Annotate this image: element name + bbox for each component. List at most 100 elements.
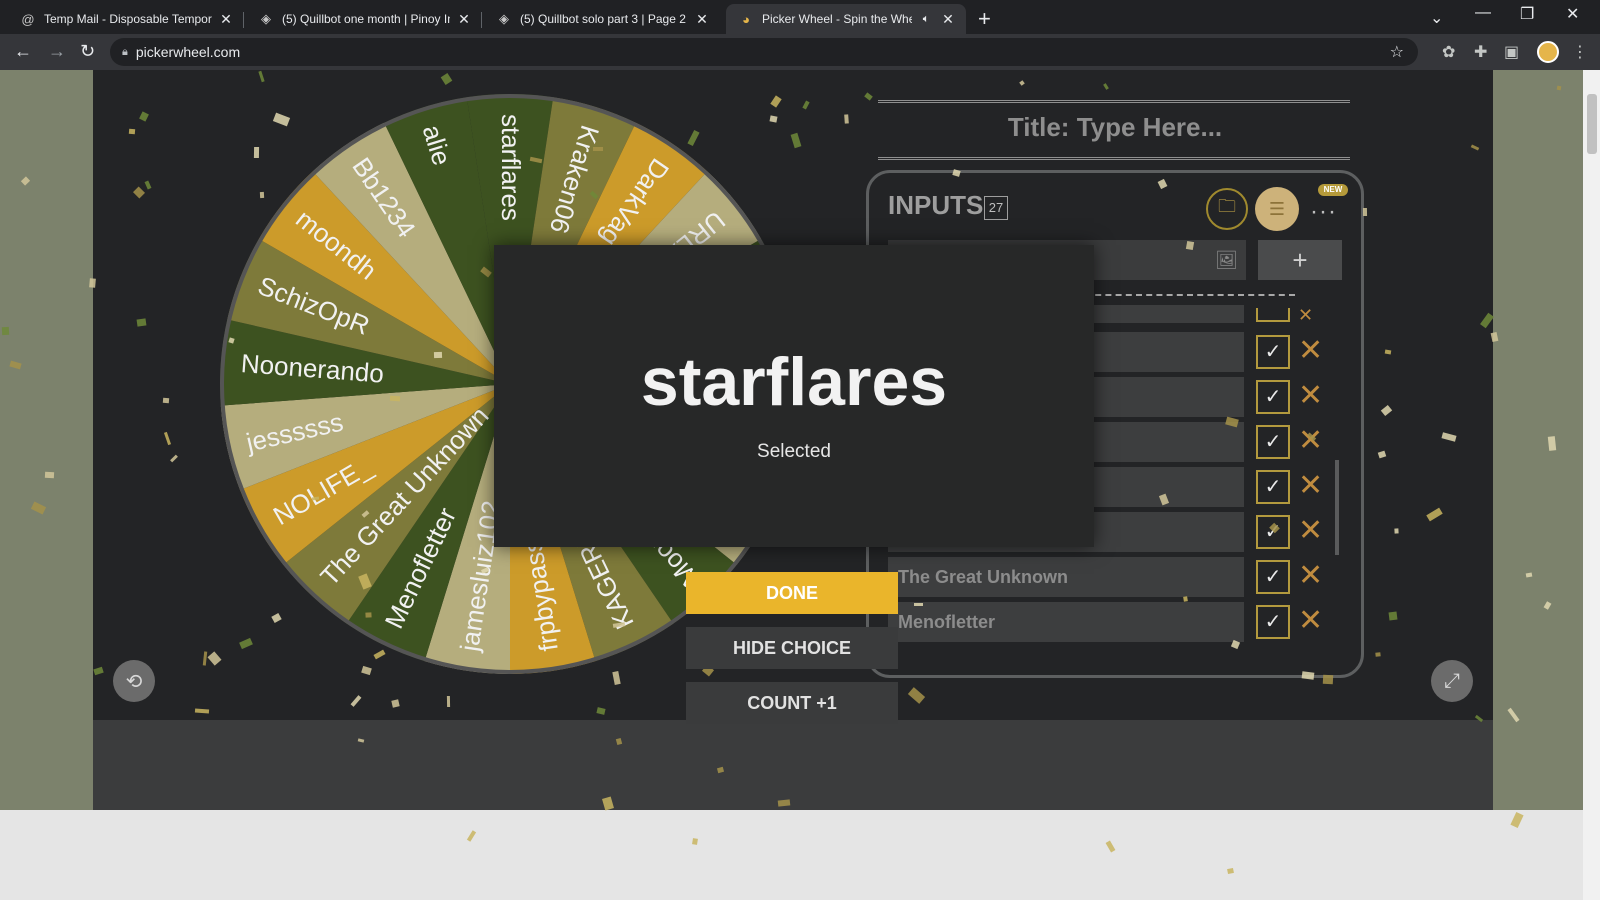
checkmark-icon[interactable]: ✓ bbox=[1256, 470, 1290, 504]
new-tab-button[interactable]: + bbox=[978, 6, 991, 32]
tab-title: (5) Quillbot solo part 3 | Page 2 | bbox=[520, 12, 688, 26]
tab-quillbot-one-month[interactable]: ◈ (5) Quillbot one month | Pinoy In ✕ bbox=[246, 4, 482, 34]
wheel-label: starflares bbox=[496, 114, 526, 221]
input-entry[interactable]: The Great Unknown bbox=[888, 557, 1244, 597]
fullscreen-icon[interactable]: ⤢ bbox=[1431, 660, 1473, 702]
checkmark-icon[interactable] bbox=[1256, 308, 1290, 322]
profile-avatar[interactable] bbox=[1537, 41, 1559, 63]
checkmark-icon[interactable]: ✓ bbox=[1256, 380, 1290, 414]
result-subtitle: Selected bbox=[757, 441, 831, 462]
delete-x-icon[interactable]: ✕ bbox=[1298, 334, 1323, 368]
wheel-title-input[interactable]: Title: Type Here... bbox=[880, 112, 1350, 148]
sidepanel-icon[interactable]: ▣ bbox=[1504, 42, 1519, 62]
confetti-piece bbox=[1556, 85, 1562, 91]
confetti-piece bbox=[1362, 207, 1368, 217]
bookmark-star-icon[interactable]: ☆ bbox=[1390, 42, 1404, 62]
confetti-piece bbox=[1185, 240, 1195, 251]
confetti-piece bbox=[162, 397, 170, 404]
delete-x-icon[interactable]: ✕ bbox=[1298, 298, 1313, 332]
puzzle-icon[interactable]: ✚ bbox=[1474, 42, 1487, 62]
confetti-piece bbox=[89, 278, 96, 288]
add-entry-button[interactable]: + bbox=[1258, 240, 1342, 280]
tab-title: Temp Mail - Disposable Temporar bbox=[44, 12, 212, 26]
reload-icon[interactable]: ↻ bbox=[80, 41, 95, 62]
done-button[interactable]: DONE bbox=[686, 572, 898, 614]
app-footer-band bbox=[93, 720, 1493, 810]
input-entry[interactable]: Menofletter bbox=[888, 602, 1244, 642]
back-arrow-icon[interactable]: ← bbox=[14, 41, 32, 62]
address-bar[interactable]: 🔒︎ pickerwheel.com ☆ bbox=[110, 38, 1418, 66]
cube-icon: ◈ bbox=[261, 11, 271, 26]
scrollbar-thumb[interactable] bbox=[1587, 94, 1597, 154]
delete-x-icon[interactable]: ✕ bbox=[1298, 604, 1323, 638]
hide-choice-button[interactable]: HIDE CHOICE bbox=[686, 627, 898, 669]
tab-temp-mail[interactable]: @ Temp Mail - Disposable Temporar ✕ bbox=[8, 4, 244, 34]
delete-x-icon[interactable]: ✕ bbox=[1298, 379, 1323, 413]
image-icon[interactable]: 🖼︎ bbox=[1215, 250, 1238, 271]
confetti-piece bbox=[844, 114, 849, 124]
close-window-button[interactable]: ✕ bbox=[1566, 4, 1579, 24]
tab-divider bbox=[481, 12, 482, 28]
delete-x-icon[interactable]: ✕ bbox=[1298, 424, 1323, 458]
confetti-piece bbox=[44, 471, 55, 479]
inputs-count-badge: 27 bbox=[984, 196, 1008, 220]
confetti-piece bbox=[1183, 596, 1188, 602]
delete-x-icon[interactable]: ✕ bbox=[1298, 559, 1323, 593]
confetti-piece bbox=[433, 351, 443, 359]
tab-title: (5) Quillbot one month | Pinoy In bbox=[282, 12, 450, 26]
confetti-piece bbox=[389, 395, 401, 402]
checkmark-icon[interactable]: ✓ bbox=[1256, 605, 1290, 639]
dashed-divider bbox=[1085, 294, 1295, 296]
confetti-piece bbox=[1375, 652, 1381, 657]
confetti-piece bbox=[253, 146, 260, 159]
confetti-piece bbox=[1322, 674, 1334, 685]
minimize-button[interactable]: — bbox=[1475, 4, 1491, 22]
checkmark-icon[interactable]: ✓ bbox=[1256, 560, 1290, 594]
page-scrollbar[interactable] bbox=[1583, 70, 1600, 900]
confetti-piece bbox=[1, 326, 10, 336]
forward-arrow-icon[interactable]: → bbox=[48, 41, 66, 62]
page-bottom-area bbox=[0, 810, 1600, 900]
delete-x-icon[interactable]: ✕ bbox=[1298, 514, 1323, 548]
at-icon: @ bbox=[21, 11, 35, 27]
new-badge: NEW bbox=[1318, 184, 1348, 196]
confetti-piece bbox=[1384, 349, 1392, 355]
folder-icon[interactable]: 🗀︎ bbox=[1206, 188, 1248, 230]
browser-toolbar: ← → ↻ 🔒︎ pickerwheel.com ☆ ✿ ✚ ▣ ⋮ bbox=[0, 34, 1600, 70]
tab-picker-wheel[interactable]: ◕ Picker Wheel - Spin the Whe 🔈︎ ✕ bbox=[726, 4, 966, 34]
winner-name: starflares bbox=[640, 344, 948, 420]
history-icon[interactable]: ⟲ bbox=[113, 660, 155, 702]
restore-button[interactable]: ❐ bbox=[1520, 4, 1534, 24]
confetti-piece bbox=[136, 318, 147, 327]
confetti-piece bbox=[1547, 436, 1557, 451]
confetti-piece bbox=[1394, 528, 1399, 534]
close-tab-icon[interactable]: ✕ bbox=[218, 11, 234, 28]
list-icon[interactable]: ☰ bbox=[1255, 187, 1299, 231]
confetti-piece bbox=[365, 612, 372, 618]
tab-search-icon[interactable]: ⌄ bbox=[1430, 8, 1443, 28]
confetti-piece bbox=[128, 128, 136, 135]
delete-x-icon[interactable]: ✕ bbox=[1298, 469, 1323, 503]
confetti-piece bbox=[593, 147, 603, 151]
tab-quillbot-solo[interactable]: ◈ (5) Quillbot solo part 3 | Page 2 | ✕ bbox=[484, 4, 720, 34]
more-options-icon[interactable]: ··· bbox=[1310, 198, 1337, 226]
lock-icon: 🔒︎ bbox=[122, 45, 128, 58]
inputs-scrollbar[interactable] bbox=[1335, 460, 1339, 555]
confetti-piece bbox=[692, 838, 698, 845]
confetti-piece bbox=[769, 115, 778, 123]
confetti-piece bbox=[1301, 671, 1315, 680]
browser-tab-strip: @ Temp Mail - Disposable Temporar ✕ ◈ (5… bbox=[0, 0, 1600, 34]
url-text: pickerwheel.com bbox=[135, 44, 241, 60]
count-plus-one-button[interactable]: COUNT +1 bbox=[686, 682, 898, 724]
confetti-piece bbox=[777, 799, 791, 807]
extension-icon[interactable]: ✿ bbox=[1442, 42, 1455, 62]
close-tab-icon[interactable]: ✕ bbox=[456, 11, 472, 28]
confetti-piece bbox=[446, 695, 451, 708]
close-tab-icon[interactable]: ✕ bbox=[940, 11, 956, 28]
close-tab-icon[interactable]: ✕ bbox=[694, 11, 710, 28]
checkmark-icon[interactable]: ✓ bbox=[1256, 335, 1290, 369]
speaker-icon[interactable]: 🔈︎ bbox=[918, 13, 934, 26]
checkmark-icon[interactable]: ✓ bbox=[1256, 425, 1290, 459]
menu-kebab-icon[interactable]: ⋮ bbox=[1572, 42, 1588, 62]
wheel-icon: ◕ bbox=[742, 11, 750, 27]
